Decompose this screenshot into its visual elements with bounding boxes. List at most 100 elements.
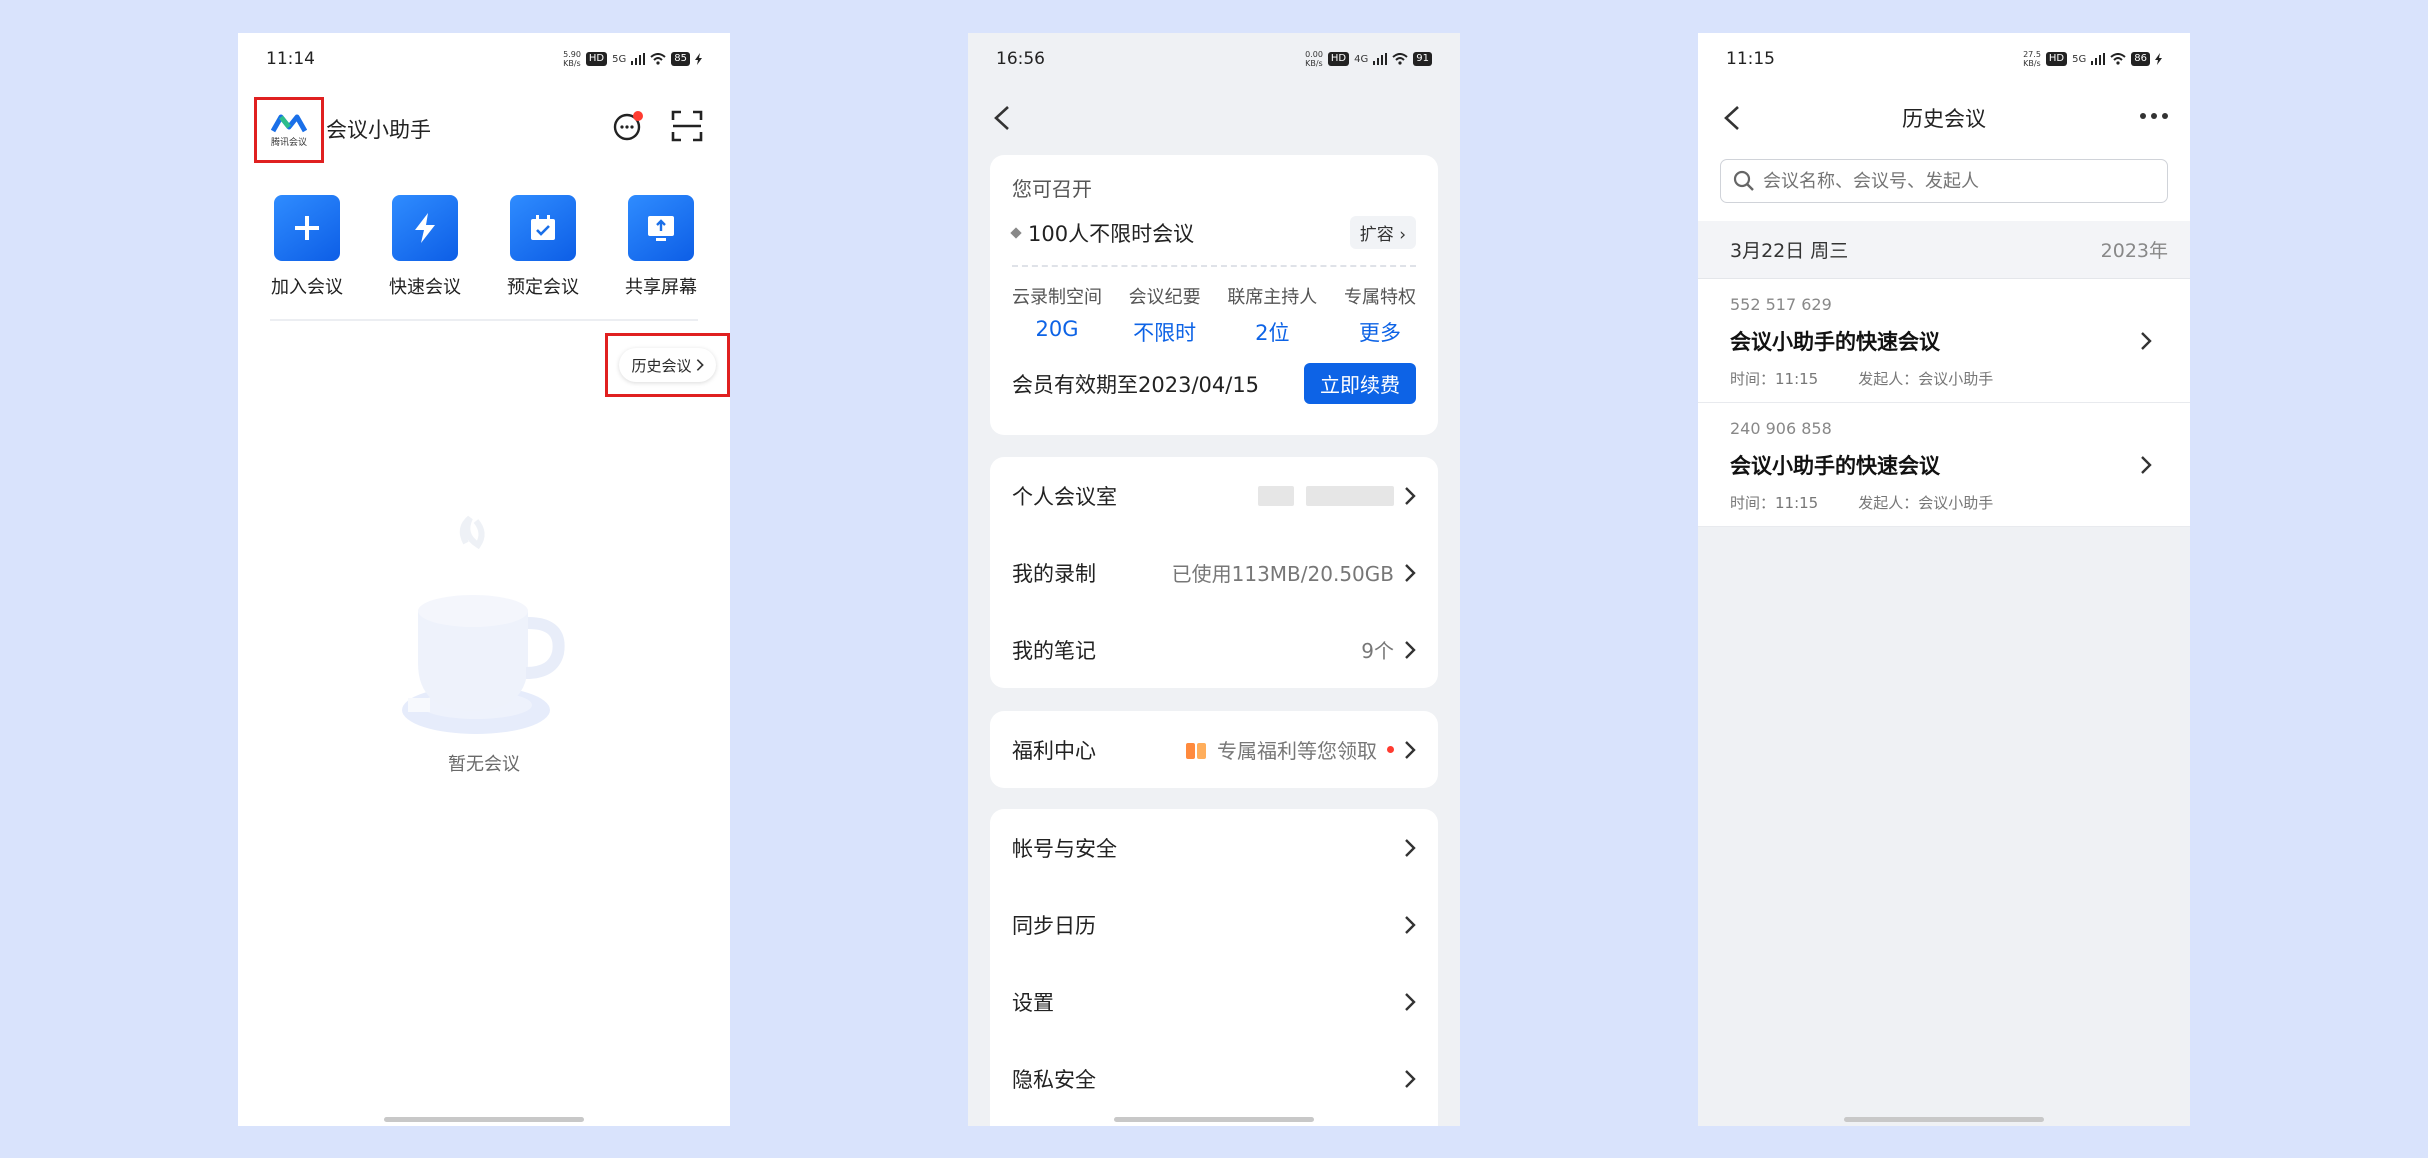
status-icons: 0.00 KB/s HD 4G 91 xyxy=(1305,50,1432,68)
diamond-icon xyxy=(1010,226,1022,239)
sync-calendar-row[interactable]: 同步日历 xyxy=(990,886,1438,963)
search-box xyxy=(1720,159,2168,203)
charging-icon xyxy=(2155,53,2162,65)
settings-group-2: 福利中心 专属福利等您领取 xyxy=(990,711,1438,788)
action-label: 加入会议 xyxy=(271,277,343,298)
stat-value: 2位 xyxy=(1255,321,1290,345)
schedule-meeting-button[interactable]: 预定会议 xyxy=(493,195,593,299)
network-type: 5G xyxy=(2072,53,2087,65)
stat-cloud-recording[interactable]: 云录制空间 20G xyxy=(1012,283,1102,347)
meeting-host: 发起人：会议小助手 xyxy=(1858,370,1994,388)
row-value: 已使用113MB/20.50GB xyxy=(1171,562,1394,586)
settings-group-3: 帐号与安全 同步日历 设置 隐私安全 xyxy=(990,809,1438,1126)
history-meetings-screen: 11:15 27.5 KB/s HD 5G 86 历史会议 3月22日 周三 2… xyxy=(1698,33,2190,1126)
chevron-right-icon: › xyxy=(1399,225,1406,245)
meeting-id: 552 517 629 xyxy=(1730,295,1832,314)
meeting-item[interactable]: 552 517 629 会议小助手的快速会议 时间：11:15 发起人：会议小助… xyxy=(1698,279,2190,403)
personal-room-row[interactable]: 个人会议室 xyxy=(990,457,1438,534)
date-label: 3月22日 周三 xyxy=(1730,240,1849,262)
network-type: 4G xyxy=(1354,53,1369,65)
row-value: 专属福利等您领取 xyxy=(1217,739,1377,763)
status-bar: 16:56 0.00 KB/s HD 4G 91 xyxy=(968,33,1460,85)
settings-group-1: 个人会议室 我的录制 已使用113MB/20.50GB 我的笔记 9个 xyxy=(990,457,1438,688)
row-value: 9个 xyxy=(1361,639,1394,663)
action-label: 共享屏幕 xyxy=(625,277,697,298)
row-label: 我的录制 xyxy=(1012,561,1096,586)
chevron-right-icon xyxy=(696,359,704,371)
stat-cohost[interactable]: 联席主持人 2位 xyxy=(1227,283,1317,347)
wifi-icon xyxy=(2110,53,2126,65)
privacy-security-row[interactable]: 隐私安全 xyxy=(990,1040,1438,1117)
signal-icon xyxy=(631,53,646,65)
hd-badge: HD xyxy=(585,52,608,66)
account-security-row[interactable]: 帐号与安全 xyxy=(990,809,1438,886)
empty-cup-illustration xyxy=(402,515,565,734)
row-label: 我的笔记 xyxy=(1012,638,1096,663)
stat-key: 联席主持人 xyxy=(1227,287,1318,308)
more-icon[interactable] xyxy=(2140,113,2168,119)
stat-key: 会议纪要 xyxy=(1128,287,1201,308)
expand-button[interactable]: 扩容 › xyxy=(1349,216,1416,249)
search-input[interactable] xyxy=(1763,170,2143,192)
battery-level: 91 xyxy=(1413,52,1432,66)
home-indicator xyxy=(1844,1117,2044,1122)
charging-icon xyxy=(695,53,702,65)
history-meetings-button[interactable]: 历史会议 xyxy=(619,348,716,382)
history-label: 历史会议 xyxy=(631,356,692,375)
divider xyxy=(270,319,698,321)
dashed-divider xyxy=(1012,265,1416,267)
app-title: 会议小助手 xyxy=(326,118,431,142)
empty-text: 暂无会议 xyxy=(448,754,520,775)
meeting-host: 发起人：会议小助手 xyxy=(1858,494,1994,512)
status-time: 11:15 xyxy=(1726,49,1775,69)
wifi-icon xyxy=(650,53,666,65)
hd-badge: HD xyxy=(1327,52,1350,66)
chevron-right-icon xyxy=(1405,1069,1416,1088)
home-indicator xyxy=(1114,1117,1314,1122)
my-notes-row[interactable]: 我的笔记 9个 xyxy=(990,611,1438,688)
row-label: 设置 xyxy=(1012,990,1054,1015)
status-icons: 27.5 KB/s HD 5G 86 xyxy=(2023,50,2162,68)
action-label: 快速会议 xyxy=(389,277,461,298)
blurred-room-id xyxy=(1258,485,1394,506)
action-label: 预定会议 xyxy=(507,277,579,298)
row-label: 帐号与安全 xyxy=(1012,836,1117,861)
meeting-item[interactable]: 240 906 858 会议小助手的快速会议 时间：11:15 发起人：会议小助… xyxy=(1698,403,2190,527)
history-highlight: 历史会议 xyxy=(605,333,730,397)
row-label: 福利中心 xyxy=(1012,738,1096,763)
plus-icon xyxy=(274,195,340,261)
chevron-right-icon xyxy=(1405,640,1416,659)
settings-row[interactable]: 设置 xyxy=(990,963,1438,1040)
row-label: 个人会议室 xyxy=(1012,484,1117,509)
chevron-right-icon xyxy=(1405,992,1416,1011)
status-bar: 11:15 27.5 KB/s HD 5G 86 xyxy=(1698,33,2190,85)
battery-level: 85 xyxy=(671,52,690,66)
logo-text: 腾讯会议 xyxy=(270,137,307,148)
welfare-center-row[interactable]: 福利中心 专属福利等您领取 xyxy=(990,711,1438,788)
meeting-name: 会议小助手的快速会议 xyxy=(1730,330,1940,354)
app-logo[interactable]: 腾讯会议 xyxy=(254,97,324,163)
chevron-right-icon xyxy=(1405,486,1416,505)
my-recordings-row[interactable]: 我的录制 已使用113MB/20.50GB xyxy=(990,534,1438,611)
chevron-right-icon xyxy=(1405,740,1416,759)
member-stats: 云录制空间 20G 会议纪要 不限时 联席主持人 2位 专属特权 更多 xyxy=(1012,283,1416,347)
stat-value: 不限时 xyxy=(1133,321,1197,345)
status-time: 16:56 xyxy=(996,49,1045,69)
meeting-id: 240 906 858 xyxy=(1730,419,1832,438)
meeting-name: 会议小助手的快速会议 xyxy=(1730,454,1940,478)
scan-icon[interactable] xyxy=(670,109,704,143)
calendar-check-icon xyxy=(510,195,576,261)
home-indicator xyxy=(384,1117,584,1122)
quick-meeting-button[interactable]: 快速会议 xyxy=(375,195,475,299)
share-screen-button[interactable]: 共享屏幕 xyxy=(611,195,711,299)
chat-bubble-icon[interactable] xyxy=(611,109,645,143)
join-meeting-button[interactable]: 加入会议 xyxy=(257,195,357,299)
back-arrow-icon[interactable] xyxy=(990,101,1014,135)
can-open-label: 您可召开 xyxy=(1012,177,1092,201)
renew-button[interactable]: 立即续费 xyxy=(1304,363,1416,404)
net-speed: 27.5 KB/s xyxy=(2023,50,2041,68)
meeting-time: 时间：11:15 xyxy=(1730,494,1819,512)
stat-minutes[interactable]: 会议纪要 不限时 xyxy=(1129,283,1201,347)
date-header: 3月22日 周三 2023年 xyxy=(1698,221,2190,279)
stat-privileges[interactable]: 专属特权 更多 xyxy=(1344,283,1416,347)
